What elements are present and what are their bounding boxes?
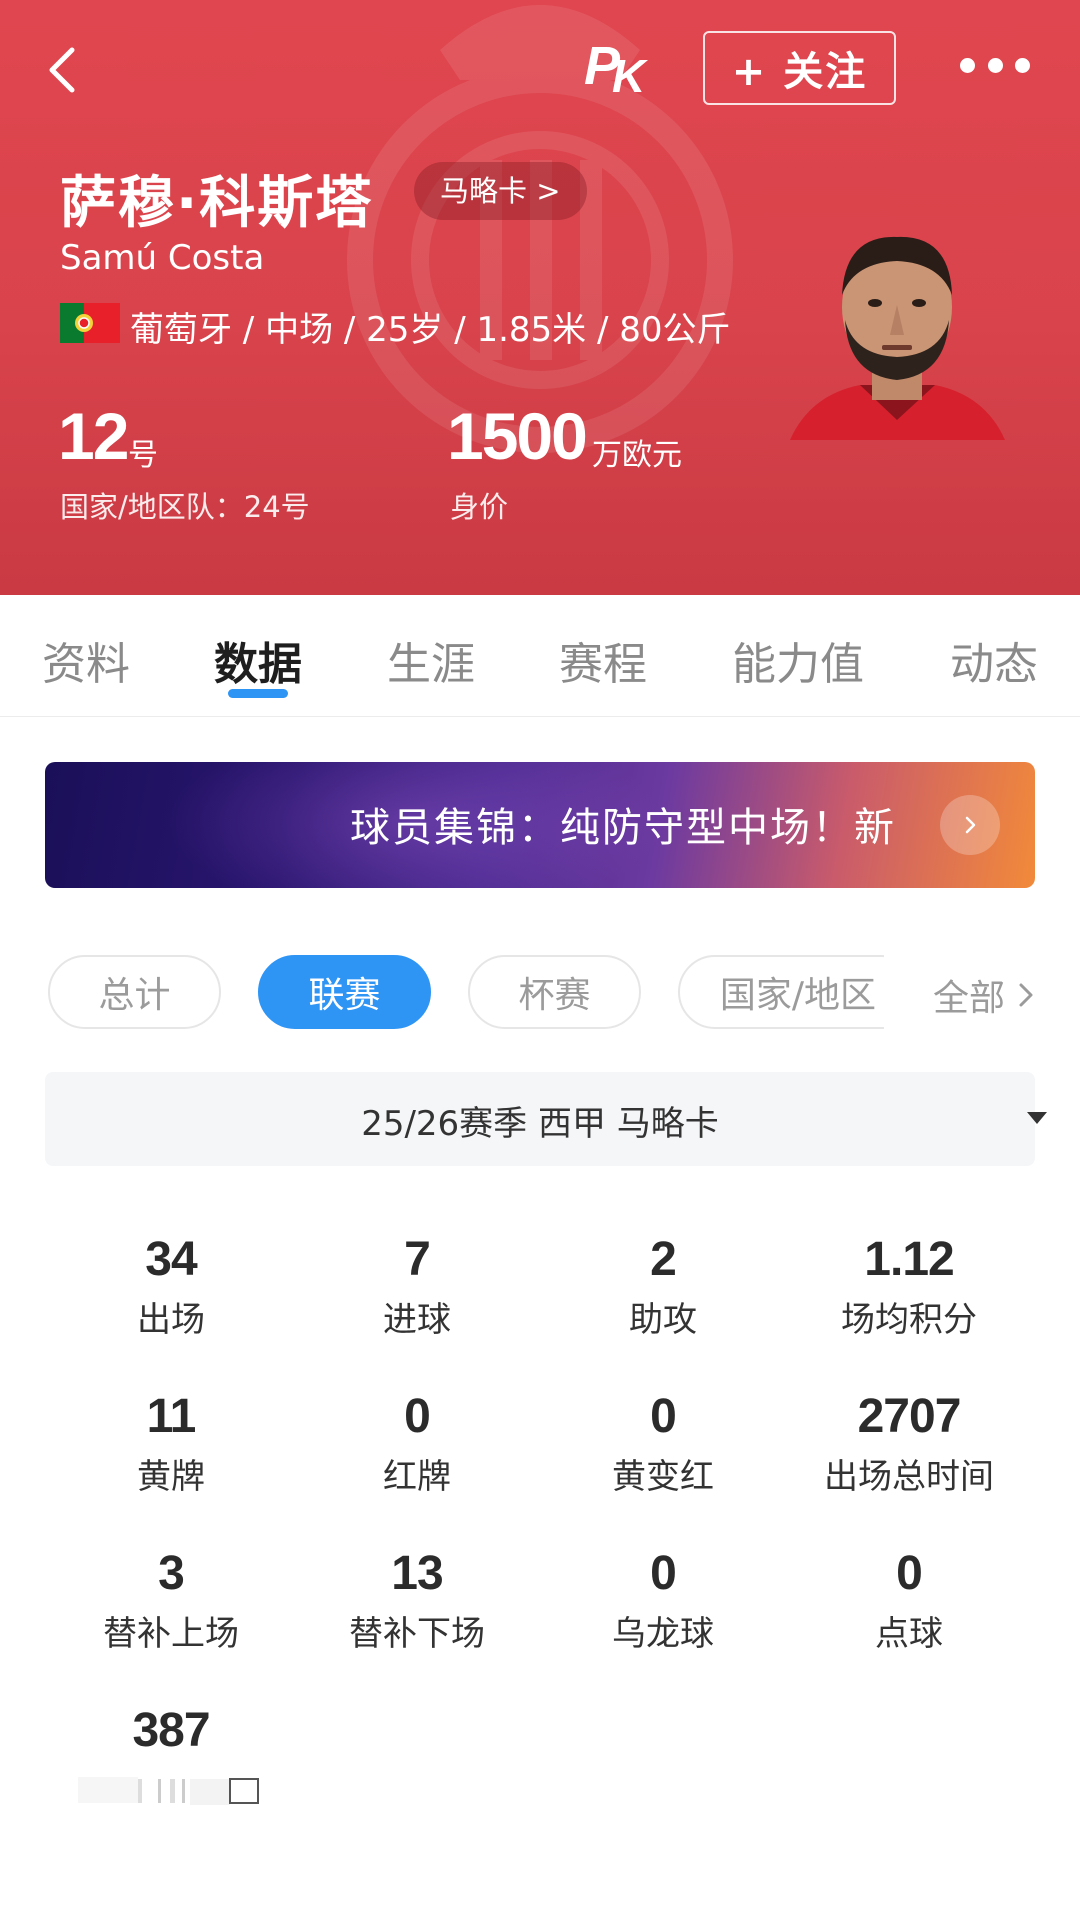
stat-appearances: 34 出场	[48, 1230, 294, 1342]
chip-cup[interactable]: 杯赛	[468, 955, 641, 1029]
stat-second-yellow: 0 黄变红	[540, 1387, 786, 1499]
svg-text:K: K	[612, 50, 648, 100]
stat-label: 出场	[137, 1300, 205, 1340]
stat-value: 0	[650, 1390, 677, 1443]
stat-value: 7	[404, 1233, 431, 1286]
chevron-right-icon	[965, 816, 976, 834]
player-name-cn: 萨穆·科斯塔	[60, 171, 374, 236]
stat-assists: 2 助攻	[540, 1230, 786, 1342]
stat-value: 2	[650, 1233, 677, 1286]
stat-red-cards: 0 红牌	[294, 1387, 540, 1499]
stat-goals: 7 进球	[294, 1230, 540, 1342]
banner-text: 球员集锦：纯防守型中场！新	[350, 805, 896, 851]
more-options-button[interactable]	[960, 50, 1030, 80]
stat-label: 出场总时间	[824, 1457, 994, 1497]
season-selector[interactable]: 25/26赛季 西甲 马略卡	[45, 1072, 1047, 1166]
season-label: 25/26赛季 西甲 马略卡	[361, 1104, 719, 1144]
stat-points-per-game: 1.12 场均积分	[786, 1230, 1032, 1342]
stat-label: 替补上场	[103, 1614, 239, 1654]
player-avatar	[790, 236, 1005, 440]
stat-yellow-cards: 11 黄牌	[48, 1387, 294, 1499]
chevron-right-icon	[1019, 983, 1033, 1007]
stat-label: 场均积分	[841, 1300, 977, 1340]
stat-label: 进球	[383, 1300, 451, 1340]
highlight-banner[interactable]: 球员集锦：纯防守型中场！新	[45, 762, 1035, 888]
stat-sub-on: 3 替补上场	[48, 1544, 294, 1656]
more-dots-icon	[1015, 57, 1030, 73]
stat-label: 乌龙球	[612, 1614, 714, 1654]
stat-sub-off: 13 替补下场	[294, 1544, 540, 1656]
club-link[interactable]: 马略卡 >	[414, 162, 587, 220]
all-filter-button[interactable]: 全部	[933, 969, 1037, 1021]
tab-news[interactable]: 动态	[950, 628, 1038, 692]
back-arrow-icon	[49, 47, 75, 93]
stat-label: 替补下场	[349, 1614, 485, 1654]
stat-label: 黄变红	[612, 1457, 714, 1497]
app-logo: P K	[580, 30, 652, 102]
caret-down-icon	[1027, 1112, 1047, 1124]
stat-value: 3	[158, 1547, 185, 1600]
stat-value: 0	[404, 1390, 431, 1443]
stat-label: 红牌	[383, 1457, 451, 1497]
render-glitch	[78, 1777, 259, 1805]
stat-label: 黄牌	[137, 1457, 205, 1497]
profile-tabs: 资料 数据 生涯 赛程 能力值 动态	[0, 595, 1080, 717]
portugal-flag-icon	[60, 303, 120, 343]
player-info: 葡萄牙 / 中场 / 25岁 / 1.85米 / 80公斤	[130, 310, 731, 350]
stat-label: 点球	[875, 1614, 943, 1654]
tab-schedule[interactable]: 赛程	[559, 628, 647, 692]
stat-penalties: 0 点球	[786, 1544, 1032, 1656]
stat-value: 387	[132, 1704, 210, 1757]
back-button[interactable]	[36, 38, 96, 98]
stat-own-goals: 0 乌龙球	[540, 1544, 786, 1656]
all-filter-label: 全部	[933, 978, 1006, 1019]
stat-value: 1.12	[864, 1233, 954, 1286]
player-header: P K + 关注 萨穆·科斯塔 马略卡 > Samú Costa 葡萄牙 / 中…	[0, 0, 1080, 595]
tab-profile[interactable]: 资料	[42, 628, 130, 692]
stat-value: 13	[391, 1547, 443, 1600]
more-dots-icon	[987, 57, 1003, 73]
active-tab-indicator	[228, 689, 288, 698]
shirt-number-unit: 号	[128, 438, 158, 473]
chip-national[interactable]: 国家/地区	[678, 955, 884, 1029]
stat-value: 2707	[857, 1390, 962, 1443]
banner-arrow-button[interactable]	[940, 795, 1000, 855]
chip-league[interactable]: 联赛	[258, 955, 431, 1029]
stats-grid: 34 出场 7 进球 2 助攻 1.12 场均积分 11 黄牌 0 红牌 0 黄…	[0, 1230, 1080, 1880]
national-team-number: 国家/地区队：24号	[60, 490, 310, 524]
more-dots-icon	[960, 57, 975, 73]
chip-total[interactable]: 总计	[48, 955, 221, 1029]
tab-ability[interactable]: 能力值	[732, 628, 864, 692]
stat-filter-chips: 总计 联赛 杯赛 国家/地区 全部	[0, 955, 1080, 1029]
tab-career[interactable]: 生涯	[387, 628, 475, 692]
tab-stats[interactable]: 数据	[214, 628, 302, 692]
stat-value: 11	[146, 1390, 197, 1443]
stat-label: 助攻	[629, 1300, 697, 1340]
market-value-label: 身价	[450, 490, 509, 524]
stat-minutes-played: 2707 出场总时间	[786, 1387, 1032, 1499]
market-value: 1500	[447, 399, 588, 473]
follow-button[interactable]: + 关注	[703, 31, 896, 105]
stat-extra: 387	[48, 1701, 294, 1813]
stat-value: 0	[650, 1547, 677, 1600]
player-name-en: Samú Costa	[60, 238, 265, 278]
stat-value: 34	[145, 1233, 197, 1286]
shirt-number: 12	[58, 399, 129, 473]
pk-logo-icon: P K	[584, 36, 648, 102]
stat-value: 0	[896, 1547, 923, 1600]
chip-national-clip: 国家/地区	[678, 955, 884, 1029]
stat-label-obscured	[48, 1769, 294, 1813]
market-value-unit: 万欧元	[592, 438, 682, 473]
